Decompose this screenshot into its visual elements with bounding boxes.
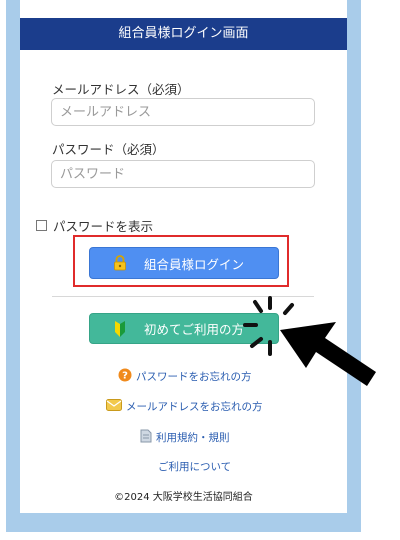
lock-icon: [108, 255, 132, 271]
copyright-text: ©2024 大阪学校生活協同組合: [114, 492, 253, 503]
show-password-option[interactable]: パスワードを表示: [36, 216, 153, 235]
beginner-mark-icon: [108, 320, 132, 337]
forgot-email-link[interactable]: メールアドレスをお忘れの方: [106, 399, 263, 414]
password-field-wrapper: [51, 160, 315, 188]
login-button-label: 組合員様ログイン: [144, 256, 245, 272]
email-field[interactable]: [52, 99, 314, 125]
svg-text:?: ?: [122, 371, 128, 382]
email-label: メールアドレス（必須）: [52, 82, 190, 97]
password-field[interactable]: [52, 161, 314, 187]
login-button[interactable]: 組合員様ログイン: [89, 247, 279, 279]
about-label: ご利用について: [158, 461, 232, 473]
pointer-arrow-icon: [280, 322, 376, 386]
first-time-user-label: 初めてご利用の方: [144, 322, 245, 337]
about-link[interactable]: ご利用について: [158, 459, 231, 474]
show-password-label: パスワードを表示: [53, 219, 154, 234]
forgot-email-label: メールアドレスをお忘れの方: [126, 401, 263, 413]
terms-label: 利用規約・規則: [156, 432, 230, 444]
envelope-icon: [106, 399, 122, 414]
page-title: 組合員様ログイン画面: [20, 18, 347, 50]
document-icon: [140, 429, 152, 446]
question-icon: ?: [118, 368, 132, 385]
password-label: パスワード（必須）: [52, 142, 165, 157]
forgot-password-label: パスワードをお忘れの方: [136, 371, 252, 383]
show-password-checkbox[interactable]: [36, 220, 47, 231]
email-field-wrapper: [51, 98, 315, 126]
terms-link[interactable]: 利用規約・規則: [140, 429, 230, 446]
forgot-password-link[interactable]: ? パスワードをお忘れの方: [118, 368, 252, 385]
